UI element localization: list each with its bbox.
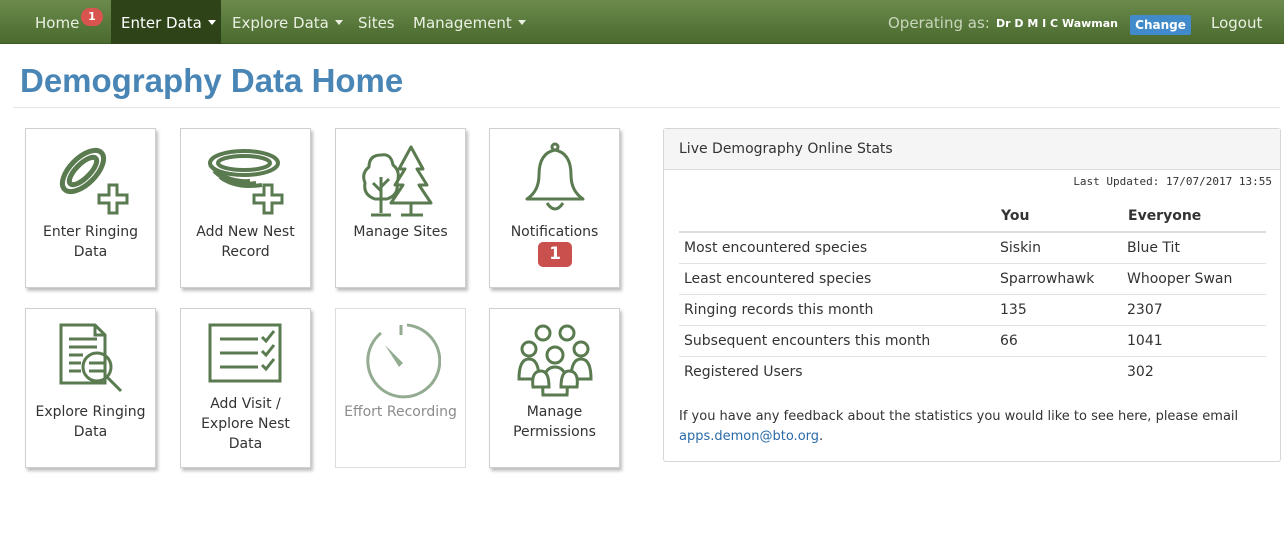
stat-label: Subsequent encounters this month: [679, 324, 995, 356]
tile-label: Add Visit / Explore Nest Data: [201, 396, 290, 452]
stat-label: Registered Users: [679, 355, 995, 387]
feedback-message: If you have any feedback about the stati…: [679, 409, 1239, 424]
caret-down-icon: [334, 20, 343, 25]
stats-header-row: You Everyone: [679, 200, 1266, 233]
nest-plus-icon: [208, 149, 284, 215]
stat-everyone: 1041: [1122, 324, 1266, 356]
checklist-icon: [208, 323, 282, 383]
column-header-everyone: Everyone: [1122, 200, 1266, 233]
tile-manage-sites[interactable]: Manage Sites: [335, 128, 466, 288]
nav-explore-data-label: Explore Data: [232, 14, 329, 32]
bell-icon: [525, 142, 585, 211]
stats-panel: Live Demography Online Stats Last Update…: [663, 128, 1281, 462]
column-header-you: You: [995, 200, 1122, 233]
nav-management-dropdown[interactable]: Management: [413, 0, 526, 44]
nav-sites[interactable]: Sites: [358, 0, 395, 44]
table-row: Most encountered species Siskin Blue Tit: [679, 231, 1266, 263]
feedback-text: If you have any feedback about the stati…: [679, 407, 1269, 447]
tile-label: Notifications: [510, 224, 599, 240]
tile-label: Manage Sites: [353, 224, 448, 240]
stat-you: 135: [995, 293, 1122, 325]
tile-label: Add New Nest Record: [196, 224, 295, 260]
nav-home[interactable]: Home: [35, 0, 79, 44]
stat-label: Most encountered species: [679, 231, 995, 263]
stat-everyone: Blue Tit: [1122, 231, 1266, 263]
stat-you: Siskin: [995, 231, 1122, 263]
operating-as-label: Operating as:: [888, 14, 990, 32]
document-search-icon: [59, 323, 123, 393]
tile-add-new-nest-record[interactable]: Add New Nest Record: [180, 128, 311, 288]
caret-down-icon: [517, 20, 526, 25]
tile-explore-ringing-data[interactable]: Explore Ringing Data: [25, 308, 156, 468]
nav-enter-data-dropdown[interactable]: Enter Data: [111, 0, 221, 44]
nav-sites-label: Sites: [358, 14, 395, 32]
trees-icon: [362, 145, 433, 217]
stat-you: 66: [995, 324, 1122, 356]
tile-notifications[interactable]: Notifications 1: [489, 128, 620, 288]
people-group-icon: [517, 324, 593, 397]
nav-explore-data-dropdown[interactable]: Explore Data: [232, 0, 343, 44]
notifications-count-badge: 1: [538, 242, 572, 267]
table-row: Least encountered species Sparrowhawk Wh…: [679, 262, 1266, 294]
tile-enter-ringing-data[interactable]: Enter Ringing Data: [25, 128, 156, 288]
logout-link[interactable]: Logout: [1211, 0, 1262, 46]
stat-you: [995, 355, 1122, 387]
stats-panel-heading: Live Demography Online Stats: [664, 129, 1280, 170]
stat-everyone: Whooper Swan: [1122, 262, 1266, 294]
ring-plus-icon: [59, 147, 129, 215]
table-row: Registered Users 302: [679, 355, 1266, 387]
feedback-period: .: [819, 429, 824, 444]
nav-home-label: Home: [35, 14, 80, 32]
column-header: [679, 200, 995, 233]
tile-add-visit-explore-nest-data[interactable]: Add Visit / Explore Nest Data: [180, 308, 311, 468]
stat-everyone: 302: [1122, 355, 1266, 387]
table-row: Subsequent encounters this month 66 1041: [679, 324, 1266, 356]
tile-label: Manage Permissions: [513, 404, 596, 440]
table-row: Ringing records this month 135 2307: [679, 293, 1266, 325]
top-navbar: Home 1 Enter Data Explore Data Sites Man…: [0, 0, 1284, 44]
gauge-icon: [366, 323, 441, 399]
tile-label: Enter Ringing Data: [42, 224, 139, 260]
stat-you: Sparrowhawk: [995, 262, 1122, 294]
stat-everyone: 2307: [1122, 293, 1266, 325]
stat-label: Least encountered species: [679, 262, 995, 294]
home-notification-badge: 1: [81, 8, 103, 26]
tile-manage-permissions[interactable]: Manage Permissions: [489, 308, 620, 468]
change-user-button[interactable]: Change: [1130, 15, 1191, 35]
tile-label: Effort Recording: [344, 404, 457, 420]
last-updated-text: Last Updated: 17/07/2017 13:55: [1073, 175, 1272, 188]
page-title: Demography Data Home: [20, 62, 404, 99]
operating-user-name: Dr D M I C Wawman: [996, 17, 1118, 30]
tile-effort-recording[interactable]: Effort Recording: [335, 308, 466, 468]
caret-down-icon: [207, 20, 216, 25]
stat-label: Ringing records this month: [679, 293, 995, 325]
nav-management-label: Management: [413, 14, 512, 32]
feedback-email-link[interactable]: apps.demon@bto.org: [679, 429, 819, 444]
tile-label: Explore Ringing Data: [35, 404, 146, 440]
stats-table: You Everyone Most encountered species Si…: [679, 200, 1266, 387]
title-divider: [13, 107, 1280, 108]
nav-enter-data-label: Enter Data: [121, 14, 202, 32]
